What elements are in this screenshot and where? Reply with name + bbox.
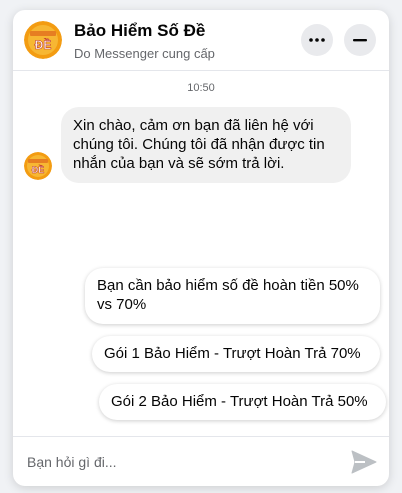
- message-composer: [13, 436, 389, 486]
- message-input[interactable]: [25, 446, 339, 478]
- page-logo-icon: ĐỀ: [24, 152, 52, 180]
- quick-reply-option[interactable]: Gói 1 Bảo Hiểm - Trượt Hoàn Trả 70%: [92, 336, 380, 372]
- page-subtitle: Do Messenger cung cấp: [74, 46, 215, 61]
- page-title: Bảo Hiểm Số Đề: [74, 21, 206, 40]
- message-avatar: ĐỀ: [24, 152, 52, 180]
- message-timestamp: 10:50: [187, 82, 215, 94]
- minimize-icon: [353, 38, 367, 41]
- svg-text:ĐỀ: ĐỀ: [35, 37, 52, 52]
- send-icon: [351, 450, 377, 474]
- page-avatar[interactable]: ĐỀ: [24, 21, 62, 59]
- chat-header: ĐỀ Bảo Hiểm Số Đề Do Messenger cung cấp: [13, 10, 389, 71]
- incoming-message-bubble: Xin chào, cảm ơn bạn đã liên hệ với chún…: [61, 107, 351, 183]
- quick-reply-option[interactable]: Bạn cần bảo hiểm số đề hoàn tiền 50% vs …: [85, 268, 380, 324]
- page-logo-icon: ĐỀ: [24, 21, 62, 59]
- minimize-button[interactable]: [344, 24, 376, 56]
- svg-text:ĐỀ: ĐỀ: [32, 165, 45, 175]
- send-button[interactable]: [351, 450, 377, 474]
- more-options-button[interactable]: [301, 24, 333, 56]
- quick-reply-option[interactable]: Gói 2 Bảo Hiểm - Trượt Hoàn Trả 50%: [99, 384, 386, 420]
- more-horizontal-icon: [309, 38, 325, 42]
- chat-window: ĐỀ Bảo Hiểm Số Đề Do Messenger cung cấp …: [13, 10, 389, 486]
